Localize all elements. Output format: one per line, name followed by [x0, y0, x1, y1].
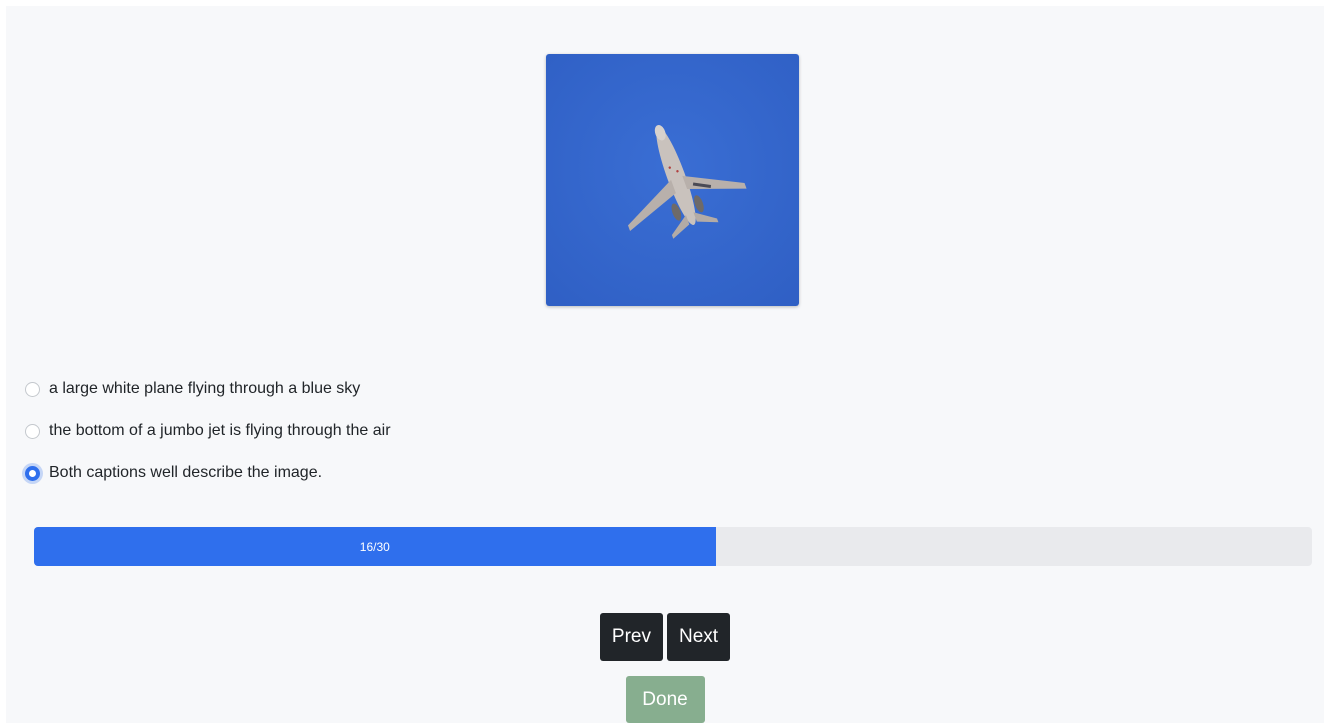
radio-button-1[interactable]: [25, 381, 40, 397]
caption-option-label: the bottom of a jumbo jet is flying thro…: [49, 422, 391, 439]
radio-button-both[interactable]: [25, 465, 40, 481]
progress-bar: 16/30: [34, 527, 1312, 566]
prev-button[interactable]: Prev: [599, 613, 663, 661]
caption-option-2[interactable]: the bottom of a jumbo jet is flying thro…: [23, 410, 391, 452]
caption-option-label: a large white plane flying through a blu…: [49, 380, 361, 397]
airplane-image: [546, 54, 799, 306]
caption-option-both[interactable]: Both captions well describe the image.: [23, 452, 391, 494]
next-button[interactable]: Next: [667, 613, 731, 661]
navigation-buttons: Prev Next: [6, 613, 1324, 661]
caption-option-1[interactable]: a large white plane flying through a blu…: [23, 368, 391, 410]
progress-bar-fill: 16/30: [34, 527, 716, 566]
question-image: [546, 54, 799, 306]
done-button[interactable]: Done: [625, 676, 705, 723]
caption-options: a large white plane flying through a blu…: [23, 368, 391, 494]
done-button-container: Done: [6, 676, 1324, 723]
caption-option-label: Both captions well describe the image.: [49, 464, 323, 481]
survey-page: a large white plane flying through a blu…: [6, 6, 1324, 723]
radio-button-2[interactable]: [25, 423, 40, 439]
